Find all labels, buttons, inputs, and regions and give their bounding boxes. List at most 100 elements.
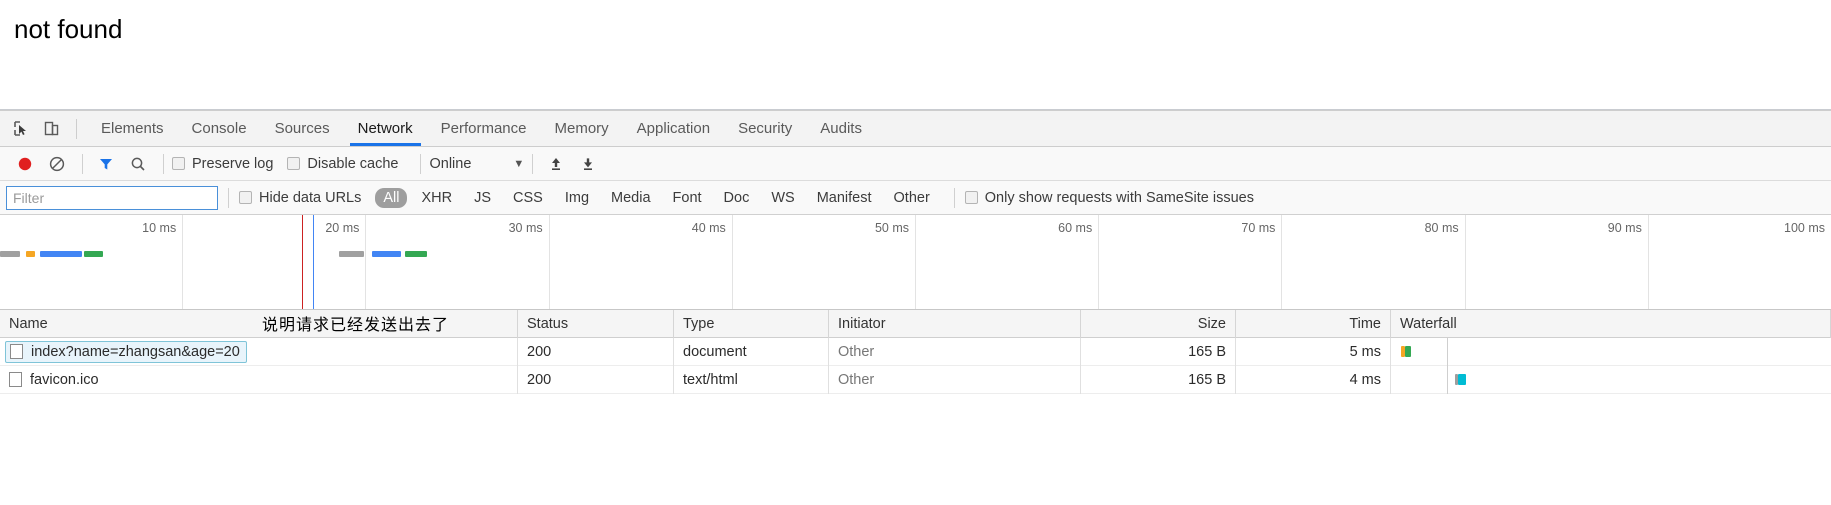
type-filter-img[interactable]: Img [557, 188, 597, 208]
overview-tick-cell: 30 ms [366, 215, 550, 309]
network-overview-timeline[interactable]: 10 ms 20 ms 30 ms 40 ms 50 ms 60 ms 70 m… [0, 215, 1831, 310]
type-filter-xhr[interactable]: XHR [413, 188, 460, 208]
devtools-tabbar: Elements Console Sources Network Perform… [0, 111, 1831, 147]
search-icon[interactable] [123, 150, 153, 178]
type-filter-other[interactable]: Other [886, 188, 938, 208]
annotation-text: 说明请求已经发送出去了 [262, 315, 450, 334]
toolbar-divider-4 [532, 153, 534, 174]
cell-initiator: Other [829, 337, 1081, 366]
cell-size: 165 B [1081, 365, 1236, 394]
table-row[interactable]: index?name=zhangsan&age=20 200 document … [0, 337, 1831, 366]
overview-bar [371, 251, 401, 257]
tab-console[interactable]: Console [178, 111, 261, 146]
filterbar-divider [228, 187, 229, 208]
tab-sources[interactable]: Sources [261, 111, 344, 146]
checkbox-box [287, 157, 301, 170]
hide-data-urls-checkbox[interactable]: Hide data URLs [239, 190, 361, 206]
cell-status: 200 [518, 365, 674, 394]
type-filter-doc[interactable]: Doc [716, 188, 758, 208]
tab-network[interactable]: Network [344, 111, 427, 146]
cell-time: 4 ms [1236, 365, 1391, 394]
page-body-text: not found [14, 14, 123, 44]
tab-memory[interactable]: Memory [541, 111, 623, 146]
overview-tick-label: 10 ms [142, 221, 177, 235]
cell-time: 5 ms [1236, 337, 1391, 366]
overview-bar [25, 251, 35, 257]
cell-name[interactable]: favicon.ico [0, 365, 518, 394]
overview-tick-cell: 60 ms [916, 215, 1100, 309]
column-header-initiator[interactable]: Initiator [829, 310, 1081, 338]
cell-size: 165 B [1081, 337, 1236, 366]
checkbox-box [239, 191, 252, 204]
cell-type: text/html [674, 365, 829, 394]
tab-label: Audits [820, 120, 862, 137]
tab-performance[interactable]: Performance [427, 111, 541, 146]
type-filter-ws[interactable]: WS [763, 188, 802, 208]
page-viewport: not found [0, 0, 1831, 110]
overview-tick-cell: 80 ms [1282, 215, 1466, 309]
overview-tick-label: 30 ms [508, 221, 543, 235]
column-header-status[interactable]: Status [518, 310, 674, 338]
filter-input[interactable] [6, 185, 218, 210]
throttling-dropdown[interactable]: Online ▼ [429, 156, 524, 172]
cell-name[interactable]: index?name=zhangsan&age=20 [0, 337, 518, 366]
overview-tick-label: 70 ms [1241, 221, 1276, 235]
column-header-time[interactable]: Time [1236, 310, 1391, 338]
filter-icon[interactable] [91, 150, 121, 178]
overview-request-bars [0, 251, 1831, 257]
type-filter-font[interactable]: Font [665, 188, 710, 208]
tab-application[interactable]: Application [623, 111, 724, 146]
overview-tick-label: 50 ms [874, 221, 910, 235]
preserve-log-label: Preserve log [192, 155, 274, 172]
samesite-issues-checkbox[interactable]: Only show requests with SameSite issues [964, 189, 1254, 206]
toolbar-divider-3 [420, 153, 422, 174]
chevron-down-icon: ▼ [513, 157, 525, 170]
tab-label: Application [636, 120, 711, 137]
cell-waterfall [1391, 337, 1831, 366]
disable-cache-label: Disable cache [307, 155, 399, 172]
toolbar-divider-2 [163, 153, 164, 174]
tab-security[interactable]: Security [724, 111, 806, 146]
overview-bar [40, 251, 83, 257]
tab-label: Elements [101, 120, 164, 137]
requests-table: Name Status Type Initiator Size Time Wat… [0, 310, 1831, 505]
tab-label: Memory [554, 120, 609, 137]
checkbox-box [172, 157, 185, 170]
overview-event-line [302, 215, 304, 309]
column-header-waterfall[interactable]: Waterfall [1391, 310, 1831, 338]
device-toolbar-icon[interactable] [36, 115, 66, 143]
column-header-size[interactable]: Size [1081, 310, 1236, 338]
request-name: favicon.ico [30, 371, 99, 388]
table-row[interactable]: favicon.ico 200 text/html Other 165 B 4 … [0, 365, 1831, 394]
type-filter-js[interactable]: JS [466, 188, 499, 208]
export-har-icon[interactable] [573, 150, 603, 178]
type-filter-all[interactable]: All [375, 187, 408, 208]
type-filter-manifest[interactable]: Manifest [809, 188, 880, 208]
samesite-issues-label: Only show requests with SameSite issues [984, 189, 1254, 206]
checkbox-box [964, 191, 978, 204]
overview-tick-cell: 90 ms [1466, 215, 1649, 309]
preserve-log-checkbox[interactable]: Preserve log [172, 156, 273, 172]
overview-tick-label: 60 ms [1058, 221, 1093, 235]
tab-audits[interactable]: Audits [806, 111, 876, 146]
disable-cache-checkbox[interactable]: Disable cache [287, 156, 398, 172]
import-har-icon[interactable] [541, 150, 571, 178]
overview-tick-cell: 50 ms [733, 215, 917, 309]
overview-bar [0, 251, 21, 257]
type-filter-media[interactable]: Media [603, 188, 659, 208]
cell-type: document [674, 337, 829, 366]
clear-button[interactable] [42, 150, 72, 178]
overview-bar [84, 251, 103, 257]
record-button[interactable] [10, 150, 40, 178]
column-header-type[interactable]: Type [674, 310, 829, 338]
document-icon [9, 372, 22, 387]
overview-tick-label: 20 ms [325, 221, 360, 235]
document-icon [10, 344, 23, 359]
tab-elements[interactable]: Elements [87, 111, 178, 146]
type-filter-css[interactable]: CSS [505, 188, 551, 208]
tab-label: Sources [274, 120, 330, 137]
overview-event-line [313, 215, 315, 309]
tabbar-divider [76, 118, 77, 139]
tab-label: Security [738, 120, 793, 137]
inspect-element-icon[interactable] [6, 115, 36, 143]
